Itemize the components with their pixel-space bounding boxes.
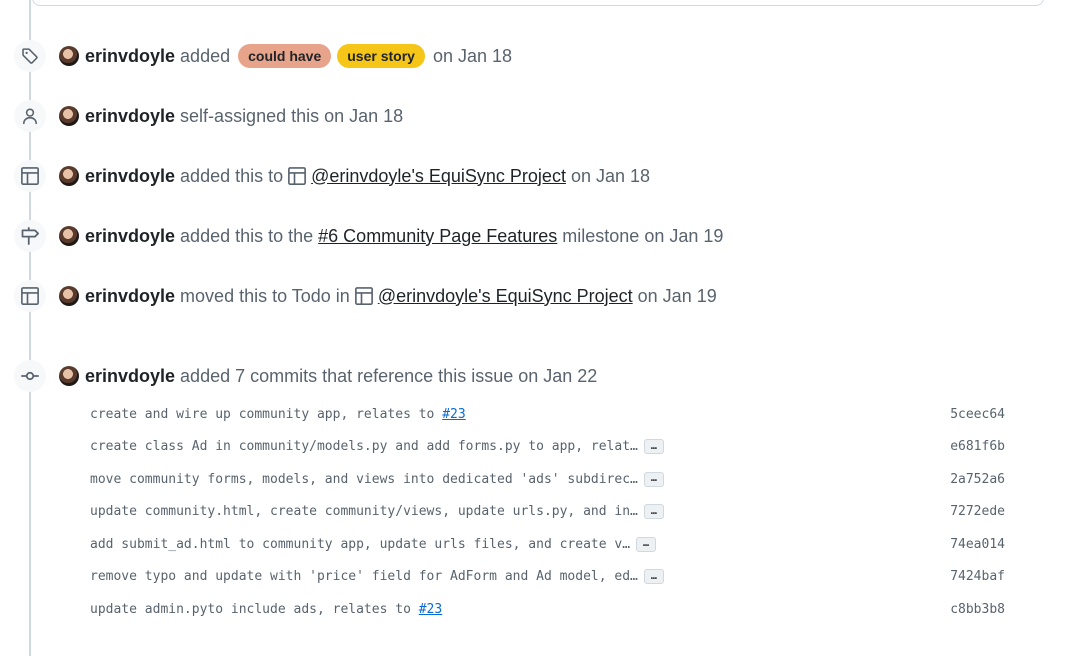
project-link[interactable]: @erinvdoyle's EquiSync Project (311, 166, 566, 187)
timeline-event-commits: erinvdoyle added 7 commits that referenc… (0, 360, 1065, 392)
commit-message[interactable]: update admin.pyto include ads, relates t… (90, 602, 442, 617)
event-date[interactable]: on Jan 19 (638, 286, 717, 307)
timeline-event-assigned: erinvdoyle self-assigned this on Jan 18 (0, 100, 1065, 132)
timeline-event-labeled: erinvdoyle added could have user story o… (0, 40, 1065, 72)
person-icon (14, 100, 46, 132)
event-text: added this to (180, 165, 284, 186)
event-text: self-assigned this on Jan 18 (180, 105, 404, 126)
timeline-event-milestone: erinvdoyle added this to the #6 Communit… (0, 220, 1065, 252)
previous-comment-card-edge (32, 0, 1044, 6)
commit-row: update community.html, create community/… (90, 496, 1010, 529)
event-text: added (180, 45, 231, 66)
timeline-line (29, 0, 31, 656)
project-table-icon (287, 166, 307, 186)
avatar[interactable] (59, 286, 79, 306)
commit-message[interactable]: add submit_ad.html to community app, upd… (90, 537, 630, 552)
commit-message[interactable]: create class Ad in community/models.py a… (90, 439, 638, 454)
expand-ellipsis-button[interactable]: … (643, 439, 664, 455)
author-link[interactable]: erinvdoyle (85, 106, 175, 127)
expand-ellipsis-button[interactable]: … (643, 471, 664, 487)
event-date[interactable]: on Jan 18 (571, 166, 650, 187)
commit-row: update admin.pyto include ads, relates t… (90, 593, 1010, 626)
event-text: moved this to Todo in (180, 285, 350, 306)
milestone-link[interactable]: #6 Community Page Features (318, 226, 557, 247)
event-text: added this to the (180, 225, 314, 246)
author-link[interactable]: erinvdoyle (85, 366, 175, 387)
commit-sha[interactable]: e681f6b (950, 431, 1005, 464)
commit-row: move community forms, models, and views … (90, 463, 1010, 496)
commit-sha[interactable]: c8bb3b8 (950, 593, 1005, 626)
commit-message[interactable]: move community forms, models, and views … (90, 472, 638, 487)
timeline-event-project-added: erinvdoyle added this to @erinvdoyle's E… (0, 160, 1065, 192)
project-link[interactable]: @erinvdoyle's EquiSync Project (378, 286, 633, 307)
label-user-story[interactable]: user story (337, 44, 425, 68)
commit-sha[interactable]: 7272ede (950, 496, 1005, 529)
author-link[interactable]: erinvdoyle (85, 166, 175, 187)
table-icon (14, 160, 46, 192)
commit-list: create and wire up community app, relate… (90, 398, 1010, 626)
commit-row: add submit_ad.html to community app, upd… (90, 528, 1010, 561)
avatar[interactable] (59, 46, 79, 66)
event-text[interactable]: added 7 commits that reference this issu… (180, 366, 597, 387)
avatar[interactable] (59, 166, 79, 186)
expand-ellipsis-button[interactable]: … (636, 536, 657, 552)
expand-ellipsis-button[interactable]: … (643, 504, 664, 520)
author-link[interactable]: erinvdoyle (85, 286, 175, 307)
table-icon (14, 280, 46, 312)
git-commit-icon (14, 360, 46, 392)
project-table-icon (354, 286, 374, 306)
timeline-event-project-moved: erinvdoyle moved this to Todo in @erinvd… (0, 280, 1065, 312)
commit-message[interactable]: update community.html, create community/… (90, 504, 638, 519)
commit-sha[interactable]: 74ea014 (950, 528, 1005, 561)
expand-ellipsis-button[interactable]: … (643, 569, 664, 585)
tag-icon (14, 40, 46, 72)
commit-sha[interactable]: 7424baf (950, 561, 1005, 594)
avatar[interactable] (59, 106, 79, 126)
author-link[interactable]: erinvdoyle (85, 46, 175, 67)
issue-ref-link[interactable]: #23 (442, 407, 465, 422)
avatar[interactable] (59, 366, 79, 386)
event-date[interactable]: on Jan 18 (433, 46, 512, 67)
commit-message[interactable]: remove typo and update with 'price' fiel… (90, 569, 638, 584)
commit-row: create class Ad in community/models.py a… (90, 431, 1010, 464)
commit-row: create and wire up community app, relate… (90, 398, 1010, 431)
milestone-icon (14, 220, 46, 252)
commit-row: remove typo and update with 'price' fiel… (90, 561, 1010, 594)
event-date[interactable]: milestone on Jan 19 (562, 226, 723, 247)
issue-ref-link[interactable]: #23 (419, 602, 442, 617)
commit-message[interactable]: create and wire up community app, relate… (90, 407, 466, 422)
commit-sha[interactable]: 2a752a6 (950, 463, 1005, 496)
avatar[interactable] (59, 226, 79, 246)
author-link[interactable]: erinvdoyle (85, 226, 175, 247)
label-could-have[interactable]: could have (238, 44, 332, 68)
commit-sha[interactable]: 5ceec64 (950, 398, 1005, 431)
